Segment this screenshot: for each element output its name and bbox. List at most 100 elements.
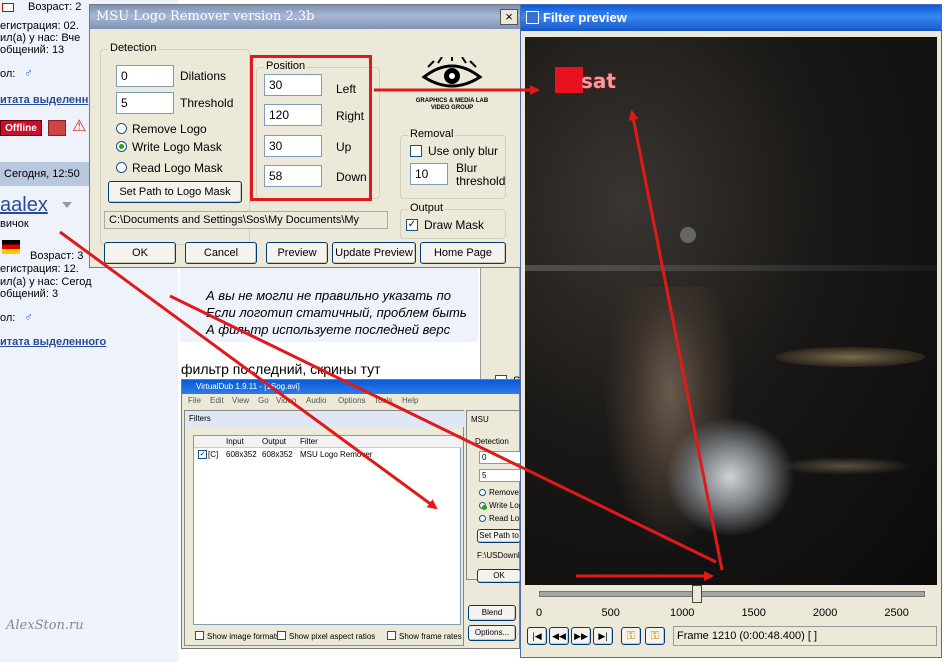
msu-logo-remover-dialog: MSU Logo Remover version 2.3b × Detectio… [89, 4, 521, 268]
threshold-input[interactable]: 5 [116, 92, 174, 114]
inner-radio-remove-label: Remove [489, 488, 519, 497]
ok-button[interactable]: OK [104, 242, 176, 264]
blur-label: Blur [456, 161, 478, 175]
virtualdub-title: VirtualDub 1.9.11 - [1Sog.avi] [182, 380, 521, 394]
inner-set-path-button[interactable]: Set Path to [477, 529, 521, 543]
stage-light [665, 417, 795, 537]
frame-status: Frame 1210 (0:00:48.400) [ ] [673, 626, 937, 646]
radio-write-logo-mask-label: Write Logo Mask [132, 140, 222, 154]
show-image-formats-checkbox[interactable] [195, 631, 204, 640]
set-path-button[interactable]: Set Path to Logo Mask [108, 181, 242, 203]
tick-label: 500 [601, 607, 620, 619]
tick-label: 2500 [884, 607, 909, 619]
col-filter[interactable]: Filter [300, 437, 318, 446]
mask-path-field[interactable]: C:\Documents and Settings\Sos\My Documen… [104, 211, 388, 229]
profile-icon[interactable] [48, 120, 66, 136]
detection-title: Detection [108, 42, 159, 54]
inner-radio-read[interactable] [479, 515, 486, 522]
dilations-input[interactable]: 0 [116, 65, 174, 87]
close-button[interactable]: × [500, 9, 518, 25]
filter-preview-title: Filter preview [543, 10, 627, 25]
user1-posts: общений: 13 [0, 44, 65, 56]
position-highlight-box [250, 55, 372, 201]
key-frame-button[interactable]: ⚿ [621, 627, 641, 645]
goto-end-button[interactable]: ▶| [593, 627, 613, 645]
tick-label: 1500 [741, 607, 766, 619]
quote-block: А вы не могли не правильно указать по Ес… [180, 262, 478, 342]
blur-threshold-label: threshold [456, 174, 506, 188]
graphics-media-lab-eye-icon [421, 57, 483, 88]
reply-text: фильтр последний, скрины тут [181, 361, 381, 377]
window-icon [526, 11, 539, 24]
row-output: 608x352 [262, 450, 293, 459]
show-image-formats-label: Show image formats [207, 632, 280, 641]
inner-radio-remove[interactable] [479, 489, 486, 496]
radio-read-logo-mask[interactable] [116, 162, 127, 173]
menu-tools[interactable]: Tools [374, 394, 393, 408]
tick-label: 0 [536, 607, 543, 619]
logo-text: sat [581, 69, 616, 93]
menu-file[interactable]: File [188, 394, 201, 408]
chevron-down-icon[interactable] [62, 202, 72, 208]
inner-ok-button[interactable]: OK [477, 569, 521, 583]
close-icon: × [505, 9, 513, 24]
menu-go[interactable]: Go [258, 394, 269, 408]
warning-icon[interactable]: ⚠ [72, 118, 86, 136]
options-button[interactable]: Options... [468, 625, 516, 641]
logo-text-line1: GRAPHICS & MEDIA LAB [415, 98, 489, 104]
draw-mask-label: Draw Mask [424, 218, 485, 232]
inner-msu-title: MSU [471, 415, 489, 424]
goto-start-button[interactable]: |◀ [527, 627, 547, 645]
virtualdub-window: VirtualDub 1.9.11 - [1Sog.avi] File Edit… [181, 379, 529, 649]
preview-button[interactable]: Preview [266, 242, 328, 264]
menu-help[interactable]: Help [402, 394, 418, 408]
home-page-button[interactable]: Home Page [420, 242, 506, 264]
filter-enabled-checkbox[interactable]: ✓ [198, 450, 207, 459]
prev-key-button[interactable]: ◀◀ [549, 627, 569, 645]
menu-options[interactable]: Options [338, 394, 366, 408]
inner-threshold-input[interactable]: 5 [479, 469, 521, 482]
user1-quote-link[interactable]: итата выделенн [0, 94, 88, 106]
logo-mask-overlay [555, 67, 583, 93]
inner-radio-write[interactable] [479, 502, 487, 510]
use-only-blur-checkbox[interactable] [410, 145, 422, 157]
cymbal [775, 347, 925, 367]
inner-dilations-input[interactable]: 0 [479, 451, 521, 464]
menu-video[interactable]: Video [276, 394, 296, 408]
row-input: 608x352 [226, 450, 257, 459]
row-tag: [C] [208, 450, 219, 459]
table-row[interactable]: ✓ [C] 608x352 608x352 MSU Logo Remover [194, 449, 462, 461]
show-aspect-checkbox[interactable] [277, 631, 286, 640]
timeline-track[interactable] [539, 591, 925, 597]
col-input[interactable]: Input [226, 437, 244, 446]
menu-view[interactable]: View [232, 394, 249, 408]
skip-end-icon: ▶| [598, 631, 608, 641]
blur-threshold-input[interactable]: 10 [410, 163, 448, 185]
user2-registration: егистрация: 12. [0, 263, 79, 275]
user1-age: Возраст: 2 [28, 1, 82, 13]
dilations-label: Dilations [180, 69, 227, 83]
quote-line: Если логотип статичный, проблем быть [206, 305, 467, 320]
menu-edit[interactable]: Edit [210, 394, 224, 408]
next-key-button[interactable]: ▶▶ [571, 627, 591, 645]
threshold-label: Threshold [180, 96, 234, 110]
user2-name-link[interactable]: aalex [0, 194, 48, 217]
col-output[interactable]: Output [262, 437, 286, 446]
inner-detection-label: Detection [475, 437, 509, 446]
next-key-frame-button[interactable]: ⚿ [645, 627, 665, 645]
row-filter: MSU Logo Remover [300, 450, 373, 459]
blend-button[interactable]: Blend [468, 605, 516, 621]
quote-line: А вы не могли не правильно указать по [206, 288, 451, 303]
radio-remove-logo[interactable] [116, 123, 127, 134]
draw-mask-checkbox[interactable]: ✓ [406, 219, 418, 231]
user2-quote-link[interactable]: итата выделенного [0, 336, 106, 348]
cancel-button[interactable]: Cancel [185, 242, 257, 264]
filters-list[interactable]: Input Output Filter ✓ [C] 608x352 608x35… [193, 435, 462, 625]
radio-write-logo-mask[interactable] [116, 141, 127, 152]
filters-title: Filters [185, 411, 465, 427]
user1-last-visit: ил(а) у нас: Вче [0, 32, 81, 44]
screenshot-root: Возраст: 2 егистрация: 02. ил(а) у нас: … [0, 0, 946, 662]
menu-audio[interactable]: Audio [306, 394, 326, 408]
update-preview-button[interactable]: Update Preview [332, 242, 416, 264]
show-frame-rates-checkbox[interactable] [387, 631, 396, 640]
